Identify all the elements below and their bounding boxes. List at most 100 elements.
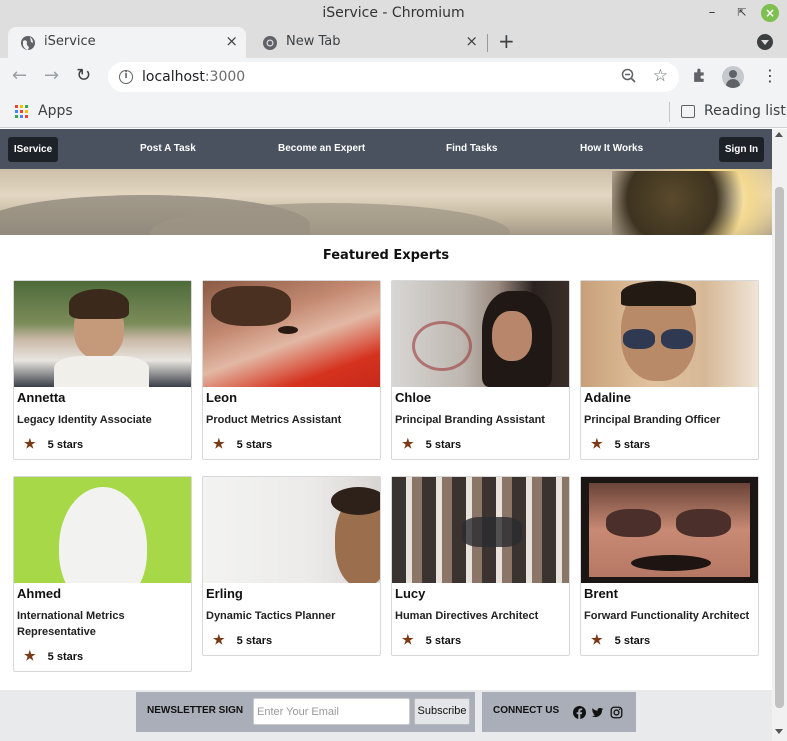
star-icon: ★ xyxy=(213,632,225,647)
subscribe-button[interactable]: Subscribe xyxy=(414,698,470,725)
instagram-icon[interactable] xyxy=(610,706,623,719)
back-arrow-icon[interactable]: ← xyxy=(12,66,27,86)
page-viewport: IService Post A Task Become an Expert Fi… xyxy=(0,129,772,741)
apps-bookmark[interactable]: Apps xyxy=(38,103,73,119)
hero-banner-image xyxy=(0,169,772,235)
expert-rating: ★ 5 stars xyxy=(402,632,462,647)
expert-card[interactable]: Brent Forward Functionality Architect ★ 5… xyxy=(580,476,759,656)
close-tab-icon[interactable]: × xyxy=(225,32,238,50)
nav-link-find-tasks[interactable]: Find Tasks xyxy=(446,143,498,154)
expert-name: Chloe xyxy=(395,390,432,405)
minimize-icon[interactable]: – xyxy=(703,4,721,22)
expert-name: Annetta xyxy=(17,390,66,405)
zoom-out-icon[interactable] xyxy=(621,68,637,84)
reading-list-icon[interactable] xyxy=(681,105,695,118)
tab-iservice[interactable]: iService × xyxy=(8,27,246,58)
expert-card[interactable]: Ahmed International Metrics Representati… xyxy=(13,476,192,672)
star-icon: ★ xyxy=(591,436,603,451)
reload-icon[interactable]: ↻ xyxy=(76,66,91,86)
expert-card[interactable]: Lucy Human Directives Architect ★ 5 stars xyxy=(391,476,570,656)
new-tab-plus-icon[interactable]: + xyxy=(498,29,515,53)
nav-link-post-task[interactable]: Post A Task xyxy=(140,143,196,154)
tab-search-icon[interactable] xyxy=(757,34,773,50)
twitter-icon[interactable] xyxy=(591,706,604,719)
expert-rating: ★ 5 stars xyxy=(591,632,651,647)
expert-rating: ★ 5 stars xyxy=(24,436,84,451)
maximize-icon[interactable]: ⇱ xyxy=(733,4,751,22)
star-icon: ★ xyxy=(402,436,414,451)
expert-name: Brent xyxy=(584,586,618,601)
globe-icon xyxy=(21,36,35,50)
scroll-thumb[interactable] xyxy=(775,187,784,708)
window-title: iService - Chromium xyxy=(322,5,465,21)
bookmarks-separator xyxy=(669,102,670,122)
featured-experts-heading: Featured Experts xyxy=(322,248,450,263)
expert-card[interactable]: Adaline Principal Branding Officer ★ 5 st… xyxy=(580,280,759,460)
tab-title: New Tab xyxy=(286,34,341,49)
expert-role: Human Directives Architect xyxy=(395,610,539,622)
expert-card[interactable]: Leon Product Metrics Assistant ★ 5 stars xyxy=(202,280,381,460)
expert-rating: ★ 5 stars xyxy=(24,648,84,663)
chromium-icon xyxy=(263,36,277,50)
expert-name: Leon xyxy=(206,390,238,405)
scroll-down-arrow-icon[interactable] xyxy=(775,729,783,734)
page-scrollbar[interactable] xyxy=(772,129,787,741)
star-icon: ★ xyxy=(402,632,414,647)
extensions-puzzle-icon[interactable] xyxy=(692,67,709,84)
browser-menu-icon[interactable]: ⋮ xyxy=(762,67,778,85)
email-input[interactable] xyxy=(253,698,410,725)
brand-button[interactable]: IService xyxy=(8,137,58,162)
expert-rating: ★ 5 stars xyxy=(402,436,462,451)
expert-role: Principal Branding Officer xyxy=(584,414,721,426)
expert-photo xyxy=(392,477,569,583)
expert-photo xyxy=(14,477,191,583)
browser-window: iService - Chromium – ⇱ × iService × New… xyxy=(0,0,787,741)
expert-card[interactable]: Erling Dynamic Tactics Planner ★ 5 stars xyxy=(202,476,381,656)
site-info-icon[interactable]: i xyxy=(119,70,133,84)
bookmarks-bar: Apps Reading list xyxy=(0,96,787,128)
sign-in-button[interactable]: Sign In xyxy=(719,137,764,162)
expert-photo xyxy=(392,281,569,387)
address-bar[interactable]: i localhost:3000 ☆ xyxy=(108,62,679,92)
star-icon: ★ xyxy=(213,436,225,451)
expert-role: International Metrics Representative xyxy=(17,610,125,638)
expert-name: Ahmed xyxy=(17,586,62,601)
expert-card[interactable]: Chloe Principal Branding Assistant ★ 5 st… xyxy=(391,280,570,460)
nav-link-how-it-works[interactable]: How It Works xyxy=(580,143,643,154)
expert-role: Product Metrics Assistant xyxy=(206,414,342,426)
star-icon: ★ xyxy=(24,648,36,663)
expert-rating: ★ 5 stars xyxy=(213,436,273,451)
tab-separator xyxy=(487,34,488,52)
expert-name: Lucy xyxy=(395,586,426,601)
expert-role: Legacy Identity Associate xyxy=(17,414,152,426)
tab-strip: iService × New Tab × xyxy=(0,27,787,58)
expert-rating: ★ 5 stars xyxy=(213,632,273,647)
expert-role: Forward Functionality Architect xyxy=(584,610,750,622)
connect-box: CONNECT US xyxy=(482,692,636,732)
close-window-icon[interactable]: × xyxy=(761,4,779,22)
url-text[interactable]: localhost:3000 xyxy=(142,69,245,85)
facebook-icon[interactable] xyxy=(573,706,586,719)
expert-card[interactable]: Annetta Legacy Identity Associate ★ 5 sta… xyxy=(13,280,192,460)
newsletter-label: NEWSLETTER SIGN xyxy=(147,705,244,716)
star-icon: ★ xyxy=(591,632,603,647)
apps-grid-icon[interactable] xyxy=(15,105,29,119)
tab-new-tab[interactable]: New Tab × xyxy=(250,27,486,58)
connect-label: CONNECT US xyxy=(493,705,560,716)
close-tab-icon[interactable]: × xyxy=(465,32,478,50)
site-navbar: IService Post A Task Become an Expert Fi… xyxy=(0,129,772,169)
expert-role: Principal Branding Assistant xyxy=(395,414,545,426)
expert-photo xyxy=(581,281,758,387)
reading-list-button[interactable]: Reading list xyxy=(704,103,786,119)
forward-arrow-icon[interactable]: → xyxy=(44,66,59,86)
scroll-up-arrow-icon[interactable] xyxy=(775,132,783,137)
star-icon: ★ xyxy=(24,436,36,451)
profile-avatar-icon[interactable] xyxy=(722,66,744,88)
newsletter-box: NEWSLETTER SIGN Subscribe xyxy=(136,692,475,732)
bookmark-star-icon[interactable]: ☆ xyxy=(653,66,668,86)
expert-photo xyxy=(14,281,191,387)
expert-photo xyxy=(203,281,380,387)
browser-toolbar: ← → ↻ i localhost:3000 ☆ xyxy=(0,58,787,96)
nav-link-become-expert[interactable]: Become an Expert xyxy=(278,143,365,154)
expert-role: Dynamic Tactics Planner xyxy=(206,610,336,622)
